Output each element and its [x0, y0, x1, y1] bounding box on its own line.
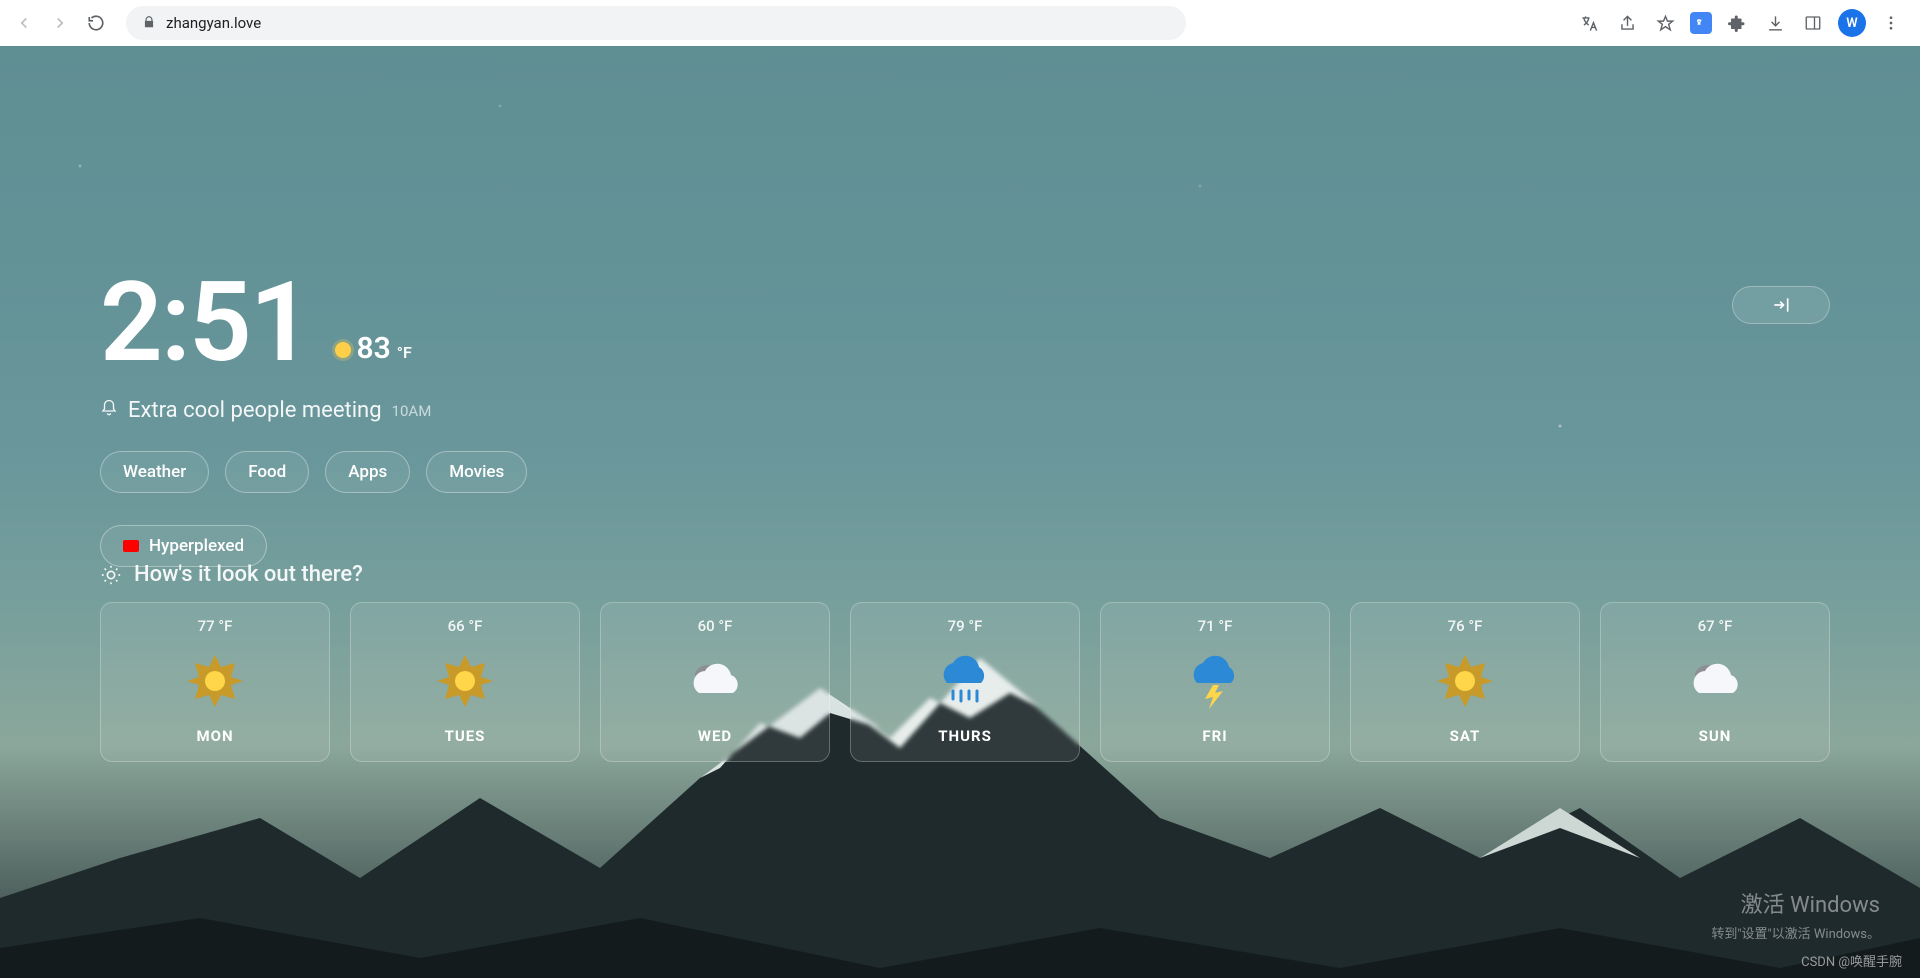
- forecast-day: SAT: [1450, 727, 1481, 745]
- clock-display: 2:51: [100, 268, 311, 378]
- reminder-row: Extra cool people meeting 10AM: [100, 398, 700, 423]
- weather-sunny-icon: [1433, 649, 1497, 713]
- url-text: zhangyan.love: [166, 14, 261, 32]
- forecast-day: FRI: [1202, 727, 1227, 745]
- forecast-temp: 79 °F: [948, 617, 983, 635]
- forecast-card-thurs[interactable]: 79 °F THURS: [850, 602, 1080, 762]
- forecast-card-tues[interactable]: 66 °F TUES: [350, 602, 580, 762]
- current-temperature: 83 °F: [335, 331, 412, 366]
- weather-rain-icon: [933, 649, 997, 713]
- bell-icon: [100, 398, 118, 423]
- pill-food[interactable]: Food: [225, 451, 309, 493]
- reminder-text: Extra cool people meeting: [128, 398, 382, 423]
- side-panel-icon[interactable]: [1800, 10, 1826, 36]
- browser-actions: W: [1576, 9, 1910, 37]
- forecast-temp: 66 °F: [448, 617, 483, 635]
- forecast-temp: 67 °F: [1698, 617, 1733, 635]
- signout-icon: [1771, 295, 1791, 315]
- forecast-section-title: How's it look out there?: [100, 562, 363, 587]
- pill-apps[interactable]: Apps: [325, 451, 410, 493]
- reload-button[interactable]: [82, 9, 110, 37]
- forecast-day: TUES: [445, 727, 486, 745]
- browser-toolbar: zhangyan.love W: [0, 0, 1920, 46]
- forecast-card-sun[interactable]: 67 °F SUN: [1600, 602, 1830, 762]
- forecast-card-fri[interactable]: 71 °F FRI: [1100, 602, 1330, 762]
- translate-icon[interactable]: [1576, 10, 1602, 36]
- share-icon[interactable]: [1614, 10, 1640, 36]
- bookmark-star-icon[interactable]: [1652, 10, 1678, 36]
- forecast-temp: 76 °F: [1448, 617, 1483, 635]
- sun-icon: [335, 342, 351, 358]
- forecast-day: THURS: [938, 727, 992, 745]
- extensions-icon[interactable]: [1724, 10, 1750, 36]
- weather-cloudy-icon: [1683, 649, 1747, 713]
- csdn-watermark: CSDN @唤醒手腕: [1801, 951, 1902, 970]
- forecast-day: WED: [698, 727, 732, 745]
- weather-cloudy-icon: [683, 649, 747, 713]
- downloads-icon[interactable]: [1762, 10, 1788, 36]
- lock-icon: [142, 14, 156, 33]
- forecast-card-mon[interactable]: 77 °F MON: [100, 602, 330, 762]
- kebab-menu-icon[interactable]: [1878, 10, 1904, 36]
- forecast-day: SUN: [1699, 727, 1732, 745]
- weather-sunny-icon: [183, 649, 247, 713]
- page-viewport: 2:51 83 °F Extra cool people meeting 10A…: [0, 46, 1920, 978]
- forward-button[interactable]: [46, 9, 74, 37]
- google-translate-extension-icon[interactable]: [1690, 12, 1712, 34]
- category-pills: Weather Food Apps Movies Hyperplexed: [100, 451, 700, 567]
- dashboard-main: 2:51 83 °F Extra cool people meeting 10A…: [100, 268, 700, 567]
- pill-weather[interactable]: Weather: [100, 451, 209, 493]
- windows-activation-watermark: 激活 Windows 转到"设置"以激活 Windows。: [1711, 887, 1880, 942]
- reminder-time: 10AM: [392, 402, 432, 420]
- back-button[interactable]: [10, 9, 38, 37]
- pill-movies[interactable]: Movies: [426, 451, 527, 493]
- forecast-card-wed[interactable]: 60 °F WED: [600, 602, 830, 762]
- sun-outline-icon: [100, 564, 122, 586]
- forecast-day: MON: [196, 727, 233, 745]
- forecast-temp: 71 °F: [1198, 617, 1233, 635]
- forecast-temp: 77 °F: [198, 617, 233, 635]
- address-bar[interactable]: zhangyan.love: [126, 6, 1186, 40]
- pill-hyperplexed[interactable]: Hyperplexed: [100, 525, 267, 567]
- weather-sunny-icon: [433, 649, 497, 713]
- forecast-card-sat[interactable]: 76 °F SAT: [1350, 602, 1580, 762]
- forecast-temp: 60 °F: [698, 617, 733, 635]
- weather-storm-icon: [1183, 649, 1247, 713]
- forecast-grid: 77 °F MON 66 °F TUES 60 °F WED 79 °F THURS 71 °F…: [100, 602, 1830, 762]
- signout-button[interactable]: [1732, 286, 1830, 324]
- profile-avatar[interactable]: W: [1838, 9, 1866, 37]
